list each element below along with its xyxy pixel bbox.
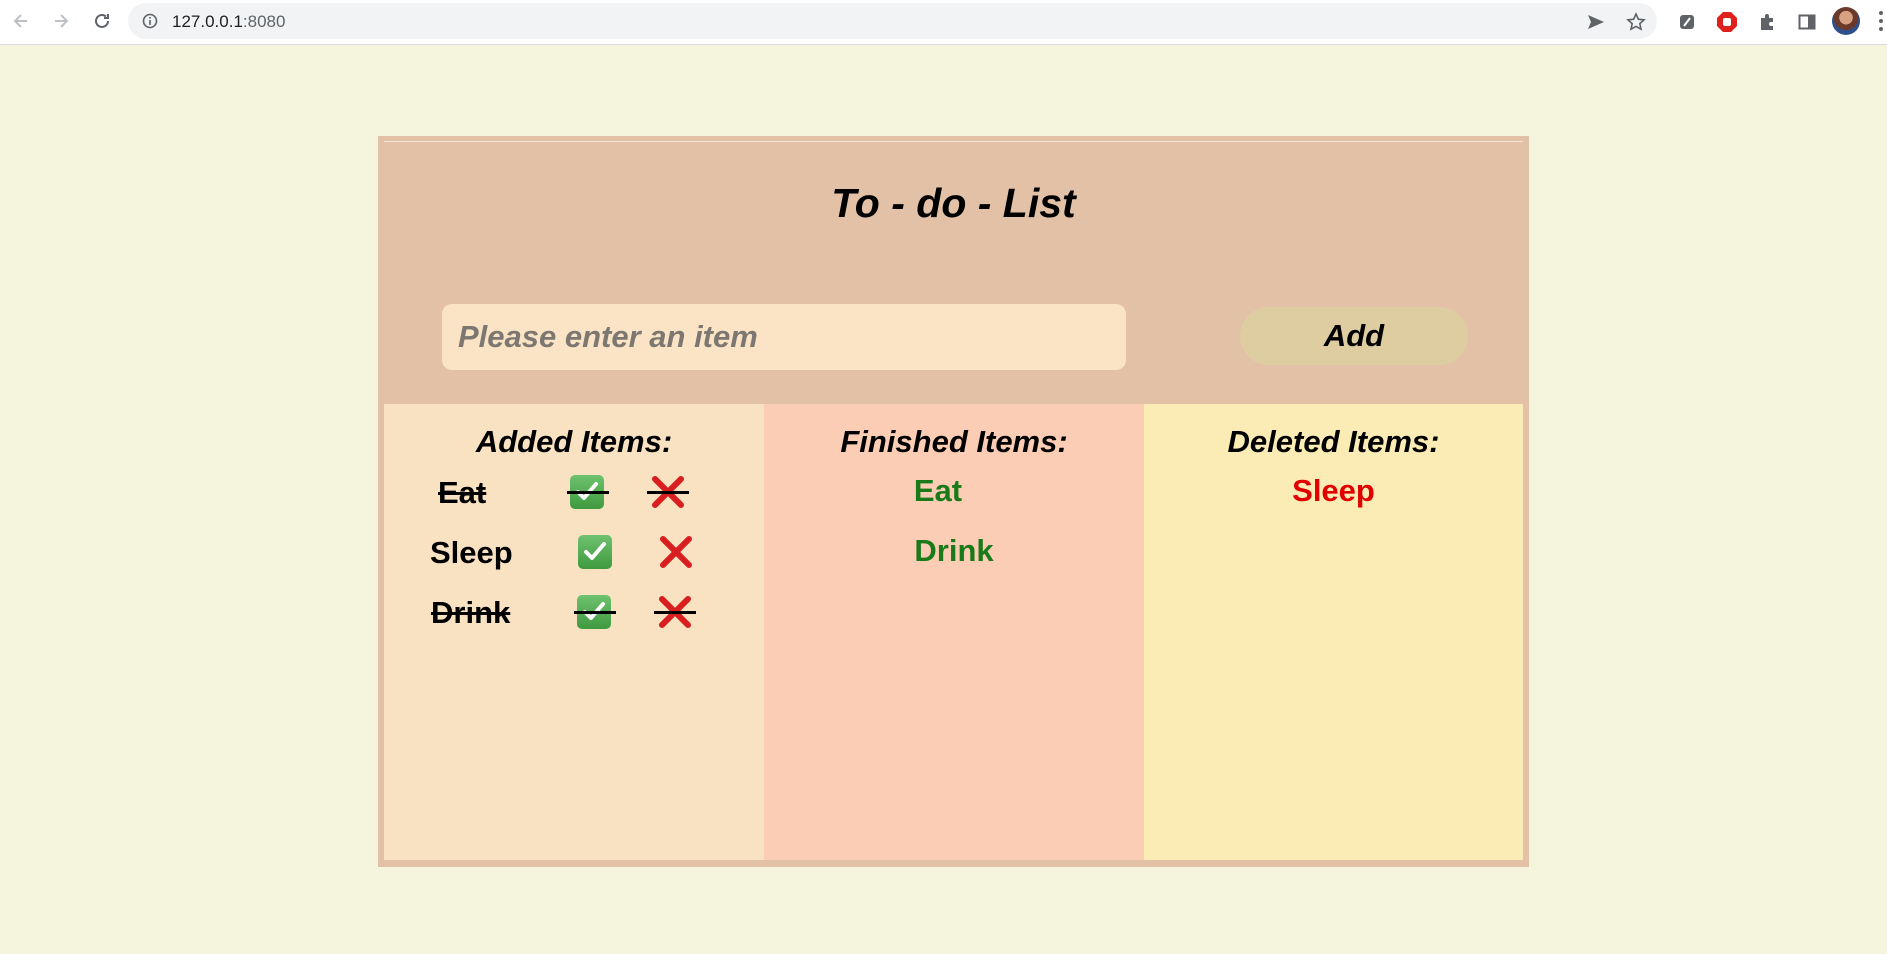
item-input[interactable]: [442, 304, 1126, 370]
item-columns: Added Items: Eat Sleep Drink Finished It…: [384, 404, 1523, 860]
item-label: Eat: [438, 475, 487, 510]
strike-line: [654, 611, 696, 614]
finish-button[interactable]: [567, 473, 609, 511]
site-info-icon[interactable]: [142, 13, 158, 29]
url-port: :8080: [242, 12, 286, 31]
reload-icon[interactable]: [89, 8, 115, 34]
extension-leaf-icon[interactable]: [1675, 10, 1699, 34]
strike-line: [647, 491, 689, 494]
strike-line: [574, 611, 616, 614]
url-host: 127.0.0.1: [172, 12, 243, 31]
list-item: Drink: [431, 595, 711, 639]
added-items-heading: Added Items:: [475, 424, 673, 459]
list-item: Sleep: [430, 535, 710, 579]
send-icon[interactable]: [1585, 11, 1607, 33]
finish-button[interactable]: [577, 533, 615, 571]
deleted-items-heading: Deleted Items:: [1227, 424, 1440, 459]
forward-icon[interactable]: [48, 8, 74, 34]
list-item: Eat: [438, 475, 698, 519]
url-text[interactable]: 127.0.0.1:8080: [172, 12, 285, 32]
check-mark-button-icon: [578, 535, 612, 569]
item-label: Sleep: [430, 535, 513, 570]
browser-menu-icon[interactable]: [1876, 9, 1887, 35]
address-bar[interactable]: 127.0.0.1:8080: [128, 3, 1657, 39]
browser-toolbar: 127.0.0.1:8080: [0, 0, 1887, 45]
profile-avatar[interactable]: [1832, 7, 1860, 35]
side-panel-icon[interactable]: [1795, 10, 1819, 34]
deleted-items-column: Deleted Items: Sleep: [1144, 404, 1523, 860]
deleted-item: Sleep: [1292, 473, 1375, 508]
finished-items-heading: Finished Items:: [840, 424, 1068, 459]
app-title: To - do - List: [831, 180, 1076, 226]
cross-mark-icon: [660, 536, 692, 568]
adblock-icon[interactable]: [1715, 10, 1739, 34]
finish-button[interactable]: [574, 593, 616, 631]
finished-item: Eat: [913, 473, 963, 508]
finished-items-column: Finished Items: Eat Drink: [764, 404, 1144, 860]
item-label: Drink: [431, 595, 511, 630]
bookmark-star-icon[interactable]: [1625, 11, 1647, 33]
added-items-column: Added Items: Eat Sleep Drink: [384, 404, 764, 860]
add-button[interactable]: Add: [1240, 307, 1468, 365]
strike-line: [567, 491, 609, 494]
delete-button[interactable]: [657, 533, 695, 571]
todo-app: To - do - List Add Added Items: Eat: [378, 136, 1529, 867]
delete-button[interactable]: [654, 593, 696, 631]
divider: [384, 141, 1523, 142]
delete-button[interactable]: [647, 473, 689, 511]
extensions-puzzle-icon[interactable]: [1755, 10, 1779, 34]
finished-item: Drink: [914, 533, 994, 568]
back-icon[interactable]: [8, 8, 34, 34]
